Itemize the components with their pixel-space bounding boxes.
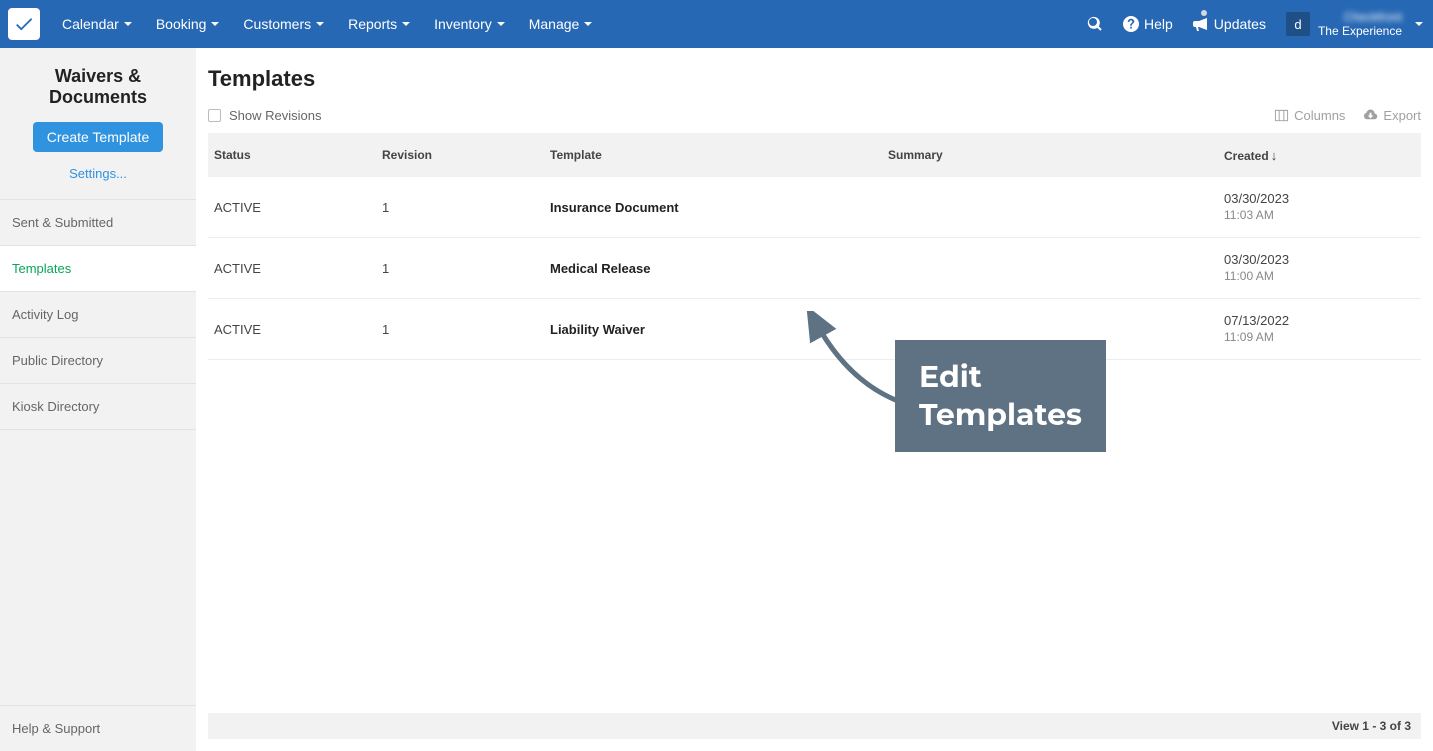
top-nav: Calendar Booking Customers Reports Inven… (0, 0, 1433, 48)
cloud-download-icon (1363, 108, 1378, 123)
table-row[interactable]: ACTIVE 1 Liability Waiver 07/13/2022 11:… (208, 299, 1421, 360)
col-created[interactable]: Created↓ (1224, 148, 1415, 163)
nav-booking[interactable]: Booking (144, 0, 232, 48)
chevron-down-icon (211, 22, 219, 26)
chevron-down-icon (584, 22, 592, 26)
table-footer: View 1 - 3 of 3 (208, 713, 1421, 739)
chevron-down-icon (402, 22, 410, 26)
chevron-down-icon (124, 22, 132, 26)
sort-desc-icon: ↓ (1271, 148, 1278, 163)
sidebar-item-public-directory[interactable]: Public Directory (0, 338, 196, 384)
sidebar-item-sent[interactable]: Sent & Submitted (0, 200, 196, 246)
nav-customers[interactable]: Customers (231, 0, 336, 48)
sidebar-nav: Sent & Submitted Templates Activity Log … (0, 199, 196, 430)
sidebar-help-support[interactable]: Help & Support (0, 706, 196, 751)
col-template[interactable]: Template (550, 148, 888, 162)
nav-right: Help Updates d Checkfront The Experience (1077, 0, 1433, 48)
show-revisions-checkbox[interactable]: Show Revisions (208, 108, 322, 123)
col-revision[interactable]: Revision (382, 148, 550, 162)
app-logo[interactable] (8, 8, 40, 40)
account-menu[interactable]: d Checkfront The Experience (1276, 10, 1433, 38)
table-header: Status Revision Template Summary Created… (208, 133, 1421, 177)
account-subtitle: The Experience (1318, 24, 1402, 38)
columns-button[interactable]: Columns (1274, 108, 1345, 123)
avatar: d (1286, 12, 1310, 36)
create-template-button[interactable]: Create Template (33, 122, 163, 152)
columns-icon (1274, 108, 1289, 123)
sidebar-title: Waivers & Documents (8, 66, 188, 108)
account-name: Checkfront (1344, 10, 1402, 24)
chevron-down-icon (497, 22, 505, 26)
updates-button[interactable]: Updates (1183, 0, 1276, 48)
help-label: Help (1144, 16, 1173, 32)
help-icon (1123, 16, 1139, 32)
col-status[interactable]: Status (214, 148, 382, 162)
checkbox-icon (208, 109, 221, 122)
table-row[interactable]: ACTIVE 1 Medical Release 03/30/2023 11:0… (208, 238, 1421, 299)
show-revisions-label: Show Revisions (229, 108, 322, 123)
nav-calendar[interactable]: Calendar (50, 0, 144, 48)
nav-reports[interactable]: Reports (336, 0, 422, 48)
nav-inventory[interactable]: Inventory (422, 0, 517, 48)
search-icon (1087, 16, 1103, 32)
chevron-down-icon (1415, 22, 1423, 26)
col-summary[interactable]: Summary (888, 148, 1224, 162)
page-title: Templates (208, 66, 1421, 92)
search-button[interactable] (1077, 0, 1113, 48)
pagination-text: View 1 - 3 of 3 (1332, 719, 1411, 733)
toolbar: Show Revisions Columns Export (208, 108, 1421, 123)
sidebar-item-activity[interactable]: Activity Log (0, 292, 196, 338)
settings-link[interactable]: Settings... (69, 166, 127, 181)
help-button[interactable]: Help (1113, 0, 1183, 48)
updates-label: Updates (1214, 16, 1266, 32)
sidebar: Waivers & Documents Create Template Sett… (0, 48, 196, 751)
bullhorn-icon (1193, 16, 1209, 32)
chevron-down-icon (316, 22, 324, 26)
sidebar-item-templates[interactable]: Templates (0, 246, 196, 292)
nav-manage[interactable]: Manage (517, 0, 605, 48)
sidebar-item-kiosk-directory[interactable]: Kiosk Directory (0, 384, 196, 430)
main-menu: Calendar Booking Customers Reports Inven… (50, 0, 604, 48)
export-button[interactable]: Export (1363, 108, 1421, 123)
main-content: Templates Show Revisions Columns Export … (196, 48, 1433, 751)
notification-dot-icon (1201, 10, 1207, 16)
templates-table: Status Revision Template Summary Created… (208, 133, 1421, 739)
table-row[interactable]: ACTIVE 1 Insurance Document 03/30/2023 1… (208, 177, 1421, 238)
